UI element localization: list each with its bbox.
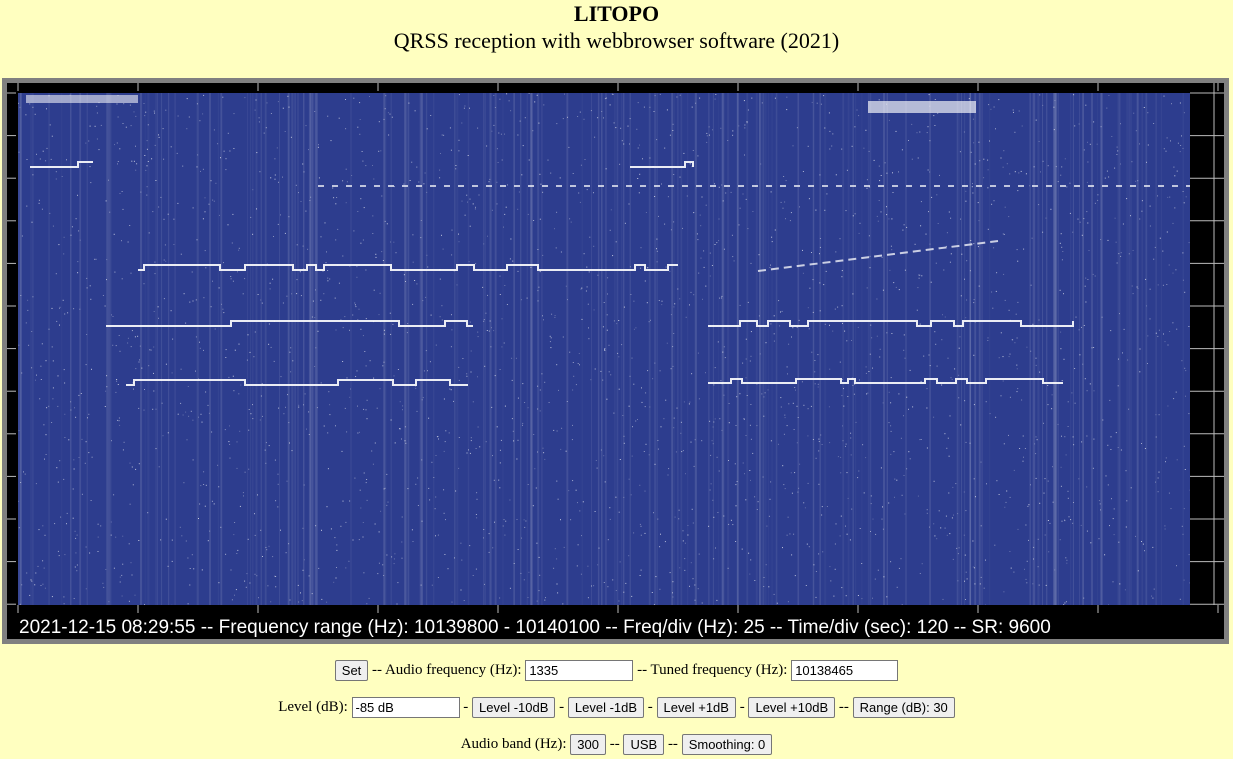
page-title: LITOPO xyxy=(573,1,660,26)
level-plus-1db-button[interactable]: Level +1dB xyxy=(656,697,736,718)
audio-band-button[interactable]: 300 xyxy=(570,734,606,755)
separator: - xyxy=(463,699,469,715)
level-input[interactable] xyxy=(351,697,460,718)
controls-row-frequency: Set -- Audio frequency (Hz): -- Tuned fr… xyxy=(0,660,1233,681)
tuned-frequency-input[interactable] xyxy=(791,660,899,681)
audio-band-label: Audio band (Hz): xyxy=(460,736,567,752)
audio-frequency-input[interactable] xyxy=(525,660,634,681)
level-minus-10db-button[interactable]: Level -10dB xyxy=(472,697,556,718)
audio-frequency-label: -- Audio frequency (Hz): xyxy=(372,662,522,678)
waterfall-status-line: 2021-12-15 08:29:55 -- Frequency range (… xyxy=(19,617,1051,638)
range-db-button[interactable]: Range (dB): 30 xyxy=(852,697,955,718)
separator: - xyxy=(739,699,745,715)
page-subtitle: QRSS reception with webbrowser software … xyxy=(393,28,840,53)
mode-usb-button[interactable]: USB xyxy=(623,734,665,755)
level-plus-10db-button[interactable]: Level +10dB xyxy=(748,697,836,718)
controls-row-audio: Audio band (Hz): 300 -- USB -- Smoothing… xyxy=(0,734,1233,755)
waterfall-panel: 2021-12-15 08:29:55 -- Frequency range (… xyxy=(7,83,1224,639)
separator: -- xyxy=(667,736,678,752)
waterfall-grid-ticks xyxy=(7,83,1224,613)
separator: -- xyxy=(609,736,620,752)
waterfall-frame: 2021-12-15 08:29:55 -- Frequency range (… xyxy=(2,78,1229,644)
level-label: Level (dB): xyxy=(278,699,348,715)
controls-row-level: Level (dB): - Level -10dB - Level -1dB -… xyxy=(0,697,1233,718)
set-button[interactable]: Set xyxy=(334,660,369,681)
separator: - xyxy=(559,699,565,715)
smoothing-button[interactable]: Smoothing: 0 xyxy=(681,734,773,755)
tuned-frequency-label: -- Tuned frequency (Hz): xyxy=(637,662,788,678)
level-minus-1db-button[interactable]: Level -1dB xyxy=(567,697,645,718)
separator: - xyxy=(647,699,653,715)
separator: -- xyxy=(838,699,849,715)
